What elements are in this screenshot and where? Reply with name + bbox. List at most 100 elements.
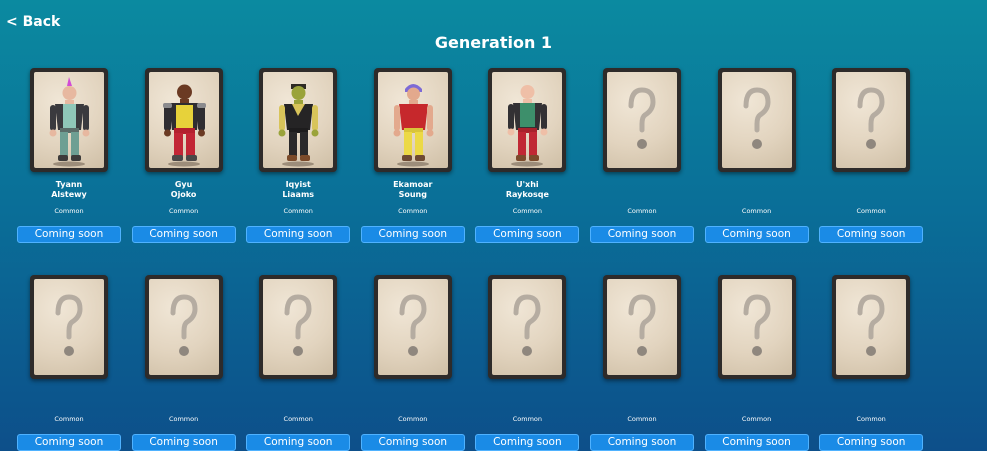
question-mark-icon bbox=[743, 87, 771, 149]
character-cell: Tyann Alstewy Common Coming soon bbox=[16, 68, 122, 246]
name-line-2: Ojoko bbox=[170, 190, 197, 199]
card-face bbox=[34, 72, 104, 168]
card-face bbox=[377, 279, 448, 375]
locked-card[interactable] bbox=[259, 275, 338, 379]
character-cell: Ekamoar Soung Common Coming soon bbox=[360, 68, 466, 246]
character-card[interactable] bbox=[373, 68, 452, 172]
coming-soon-button[interactable]: Coming soon bbox=[704, 226, 809, 243]
card-face bbox=[606, 279, 677, 375]
rarity-label: Common bbox=[168, 207, 199, 215]
name-line-1: U'xhi bbox=[516, 180, 539, 189]
character-name: Gyu Ojoko bbox=[131, 180, 237, 200]
locked-card[interactable] bbox=[832, 275, 911, 379]
character-name: Ekamoar Soung bbox=[360, 180, 466, 200]
coming-soon-button[interactable]: Coming soon bbox=[819, 434, 924, 451]
card-face bbox=[263, 279, 334, 375]
question-mark-icon bbox=[628, 294, 656, 356]
character-card[interactable] bbox=[488, 68, 567, 172]
character-cell: Iqyist Liaams Common Coming soon bbox=[245, 68, 351, 246]
card-face bbox=[721, 72, 792, 168]
locked-cell: Common Coming soon bbox=[818, 68, 924, 246]
name-line-1: Tyann bbox=[55, 180, 83, 189]
card-face bbox=[148, 279, 219, 375]
locked-cell: Common Coming soon bbox=[16, 275, 122, 451]
locked-card[interactable] bbox=[717, 68, 796, 172]
coming-soon-button[interactable]: Coming soon bbox=[360, 226, 465, 243]
card-face bbox=[377, 72, 448, 168]
card-face bbox=[263, 72, 334, 168]
locked-cell: Common Coming soon bbox=[589, 275, 695, 451]
locked-cell: Common Coming soon bbox=[131, 275, 237, 451]
rarity-label: Common bbox=[741, 207, 772, 215]
card-face bbox=[492, 72, 563, 168]
locked-card[interactable] bbox=[144, 275, 223, 379]
name-line-2: Liaams bbox=[282, 190, 315, 199]
locked-cell: Common Coming soon bbox=[245, 275, 351, 451]
coming-soon-button[interactable]: Coming soon bbox=[589, 226, 694, 243]
locked-card[interactable] bbox=[832, 68, 911, 172]
locked-cell: Common Coming soon bbox=[818, 275, 924, 451]
character-name: U'xhi Raykosqe bbox=[474, 180, 580, 200]
coming-soon-button[interactable]: Coming soon bbox=[246, 434, 351, 451]
question-mark-icon bbox=[857, 87, 885, 149]
coming-soon-button[interactable]: Coming soon bbox=[589, 434, 694, 451]
card-face bbox=[34, 279, 104, 375]
locked-cell: Common Coming soon bbox=[704, 275, 810, 451]
name-line-1: Gyu bbox=[174, 180, 193, 189]
character-card[interactable] bbox=[30, 68, 108, 172]
rarity-label: Common bbox=[54, 415, 84, 423]
locked-cell: Common Coming soon bbox=[589, 68, 695, 246]
coming-soon-button[interactable]: Coming soon bbox=[131, 226, 236, 243]
rarity-label: Common bbox=[54, 207, 84, 215]
name-line-2: Soung bbox=[398, 190, 427, 199]
card-face bbox=[606, 72, 677, 168]
question-mark-icon bbox=[857, 294, 885, 356]
coming-soon-button[interactable]: Coming soon bbox=[360, 434, 465, 451]
card-face bbox=[836, 279, 907, 375]
coming-soon-button[interactable]: Coming soon bbox=[475, 226, 580, 243]
character-cell: U'xhi Raykosqe Common Coming soon bbox=[474, 68, 580, 246]
coming-soon-button[interactable]: Coming soon bbox=[819, 226, 924, 243]
rarity-label: Common bbox=[512, 207, 543, 215]
locked-card[interactable] bbox=[488, 275, 567, 379]
question-mark-icon bbox=[399, 294, 427, 356]
question-mark-icon bbox=[170, 294, 198, 356]
card-face bbox=[148, 72, 219, 168]
back-link[interactable]: < Back bbox=[6, 14, 60, 30]
name-line-1: Ekamoar bbox=[393, 180, 433, 189]
rarity-label: Common bbox=[627, 207, 657, 215]
question-mark-icon bbox=[628, 87, 656, 149]
locked-cell: Common Coming soon bbox=[474, 275, 580, 451]
character-portrait bbox=[393, 84, 434, 167]
question-mark-icon bbox=[55, 294, 83, 356]
coming-soon-button[interactable]: Coming soon bbox=[475, 434, 580, 451]
character-card[interactable] bbox=[144, 68, 223, 172]
locked-cell: Common Coming soon bbox=[360, 275, 466, 451]
rarity-label: Common bbox=[283, 415, 313, 423]
rarity-label: Common bbox=[283, 207, 313, 215]
name-line-1: Iqyist bbox=[285, 180, 311, 189]
locked-card[interactable] bbox=[602, 275, 681, 379]
locked-card[interactable] bbox=[30, 275, 108, 379]
question-mark-icon bbox=[743, 294, 771, 356]
coming-soon-button[interactable]: Coming soon bbox=[246, 226, 351, 243]
rarity-label: Common bbox=[856, 415, 886, 423]
character-name: Tyann Alstewy bbox=[16, 180, 122, 200]
character-card[interactable] bbox=[259, 68, 338, 172]
locked-cell: Common Coming soon bbox=[704, 68, 810, 246]
character-portrait bbox=[162, 84, 206, 167]
rarity-label: Common bbox=[627, 415, 657, 423]
locked-card[interactable] bbox=[717, 275, 796, 379]
coming-soon-button[interactable]: Coming soon bbox=[131, 434, 236, 451]
locked-card[interactable] bbox=[602, 68, 681, 172]
character-portrait bbox=[49, 77, 90, 167]
coming-soon-button[interactable]: Coming soon bbox=[17, 226, 121, 243]
locked-card[interactable] bbox=[373, 275, 452, 379]
character-portrait bbox=[507, 85, 548, 167]
coming-soon-button[interactable]: Coming soon bbox=[17, 434, 121, 451]
name-line-2: Alstewy bbox=[51, 190, 87, 199]
page-title: Generation 1 bbox=[434, 33, 553, 52]
coming-soon-button[interactable]: Coming soon bbox=[704, 434, 809, 451]
rarity-label: Common bbox=[398, 415, 428, 423]
card-row-1: Tyann Alstewy Common Coming soon Gyu Ojo… bbox=[16, 68, 928, 246]
